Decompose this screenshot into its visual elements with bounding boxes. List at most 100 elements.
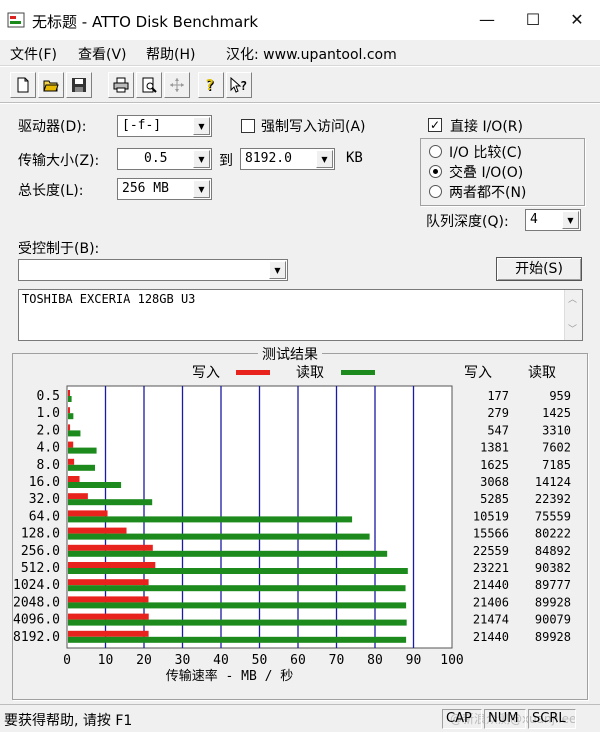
print-preview-icon <box>142 77 157 93</box>
force-write-checkbox[interactable] <box>241 119 255 133</box>
x-tick-label: 40 <box>213 653 229 668</box>
menu-hanhua[interactable]: 汉化: www.upantool.com <box>226 44 397 64</box>
toolbar: ?? ? <box>0 67 600 103</box>
read-bar <box>68 568 408 574</box>
start-button[interactable]: 开始(S) <box>496 257 582 281</box>
category-label: 256.0 <box>21 544 60 559</box>
read-bar <box>68 550 388 557</box>
svg-text:?: ? <box>205 77 214 93</box>
to-label: 到 <box>219 153 233 169</box>
description-scrollbar[interactable]: ︿ ﹀ <box>564 290 582 340</box>
menu-bar: 文件(F) 查看(V) 帮助(H) 汉化: www.upantool.com <box>0 40 600 66</box>
results-chart: 0 10 20 30 40 50 60 70 80 90 100 传输速率 - MB / 秒 0.5 17… <box>13 385 571 684</box>
print-button[interactable] <box>108 72 134 98</box>
read-bar <box>68 430 81 437</box>
category-label: 128.0 <box>21 527 60 542</box>
move-button[interactable] <box>164 72 190 98</box>
x-tick-label: 90 <box>406 653 422 668</box>
drive-value: [-f-] <box>122 118 162 133</box>
new-button[interactable] <box>10 72 36 98</box>
direct-io-checkbox[interactable]: ✓ <box>428 118 442 132</box>
read-bar <box>68 585 406 592</box>
read-value: 959 <box>549 389 571 403</box>
total-length-value: 256 MB <box>122 181 169 196</box>
scroll-down-icon[interactable]: ﹀ <box>568 322 577 335</box>
io-compare-radio[interactable] <box>429 145 442 158</box>
maximize-button[interactable]: ☐ <box>510 0 556 38</box>
write-bar <box>68 424 71 431</box>
description-textarea[interactable]: TOSHIBA EXCERIA 128GB U3 ︿ ﹀ <box>18 289 583 341</box>
transfer-from-value: 0.5 <box>144 151 168 166</box>
close-button[interactable]: ✕ <box>554 0 600 38</box>
category-label: 4096.0 <box>13 613 60 628</box>
read-bar <box>68 464 96 471</box>
write-value: 279 <box>487 406 509 420</box>
read-value: 80222 <box>535 527 571 541</box>
queue-depth-value: 4 <box>530 212 538 227</box>
read-bar <box>68 516 353 523</box>
read-bar <box>68 447 97 454</box>
transfer-to-select[interactable]: 8192.0 ▼ <box>240 148 335 170</box>
chevron-down-icon: ▼ <box>316 150 333 168</box>
x-tick-label: 50 <box>252 653 268 668</box>
menu-help[interactable]: 帮助(H) <box>146 44 195 64</box>
read-value: 22392 <box>535 492 571 506</box>
read-bar <box>68 602 407 609</box>
queue-depth-label: 队列深度(Q): <box>426 214 509 230</box>
drive-select[interactable]: [-f-] ▼ <box>117 115 212 137</box>
transfer-from-select[interactable]: 0.5 ▼ <box>117 148 212 170</box>
open-icon <box>43 80 59 92</box>
title-bar: 无标题 - ATTO Disk Benchmark — ☐ ✕ <box>0 0 600 40</box>
category-label: 1.0 <box>37 406 60 421</box>
x-axis-label: 传输速率 - MB / 秒 <box>166 668 294 684</box>
minimize-button[interactable]: — <box>464 0 510 38</box>
write-bar <box>68 390 70 396</box>
write-bar <box>68 579 149 586</box>
write-value: 10519 <box>473 509 509 523</box>
total-length-select[interactable]: 256 MB ▼ <box>117 178 212 200</box>
write-value: 547 <box>487 423 509 437</box>
total-length-label: 总长度(L): <box>18 183 84 199</box>
write-bar <box>68 630 149 637</box>
chevron-down-icon: ▼ <box>193 117 210 135</box>
help-button[interactable]: ?? <box>198 72 224 98</box>
app-icon <box>7 12 25 28</box>
menu-file[interactable]: 文件(F) <box>10 44 57 64</box>
new-icon <box>17 77 29 93</box>
neither-radio[interactable] <box>429 185 442 198</box>
read-bar <box>68 636 407 643</box>
category-label: 16.0 <box>29 475 60 490</box>
transfer-to-value: 8192.0 <box>245 151 292 166</box>
x-tick-label: 20 <box>136 653 152 668</box>
read-value: 89928 <box>535 630 571 644</box>
queue-depth-select[interactable]: 4 ▼ <box>525 209 581 231</box>
overlapped-io-radio[interactable] <box>429 165 442 178</box>
print-preview-button[interactable] <box>136 72 162 98</box>
write-value: 177 <box>487 389 509 403</box>
read-bar <box>68 619 407 626</box>
save-button[interactable] <box>66 72 92 98</box>
chevron-down-icon: ▼ <box>562 211 579 229</box>
x-tick-label: 100 <box>440 653 463 668</box>
controlled-by-select[interactable]: ▼ <box>18 259 288 281</box>
status-bar: 要获得帮助, 请按 F1 @新浪众测@xuanjilee CAP NUM SCR… <box>0 704 600 732</box>
scroll-up-icon[interactable]: ︿ <box>568 292 577 305</box>
window-title: 无标题 - ATTO Disk Benchmark <box>32 13 259 31</box>
read-value: 90079 <box>535 613 571 627</box>
scroll-lock-indicator: SCRL <box>528 709 576 729</box>
open-button[interactable] <box>38 72 64 98</box>
category-label: 8192.0 <box>13 630 60 645</box>
x-tick-label: 60 <box>290 653 306 668</box>
menu-view[interactable]: 查看(V) <box>78 44 127 64</box>
read-value: 3310 <box>542 423 571 437</box>
read-value: 1425 <box>542 406 571 420</box>
write-bar <box>68 613 149 620</box>
context-help-button[interactable]: ? <box>226 72 252 98</box>
write-bar <box>68 476 80 482</box>
write-value: 3068 <box>480 475 509 489</box>
context-help-icon: ? <box>230 77 247 93</box>
x-tick-label: 10 <box>98 653 114 668</box>
direct-io-label: 直接 I/O(R) <box>450 119 523 135</box>
read-value: 89928 <box>535 595 571 609</box>
read-value: 89777 <box>535 578 571 592</box>
